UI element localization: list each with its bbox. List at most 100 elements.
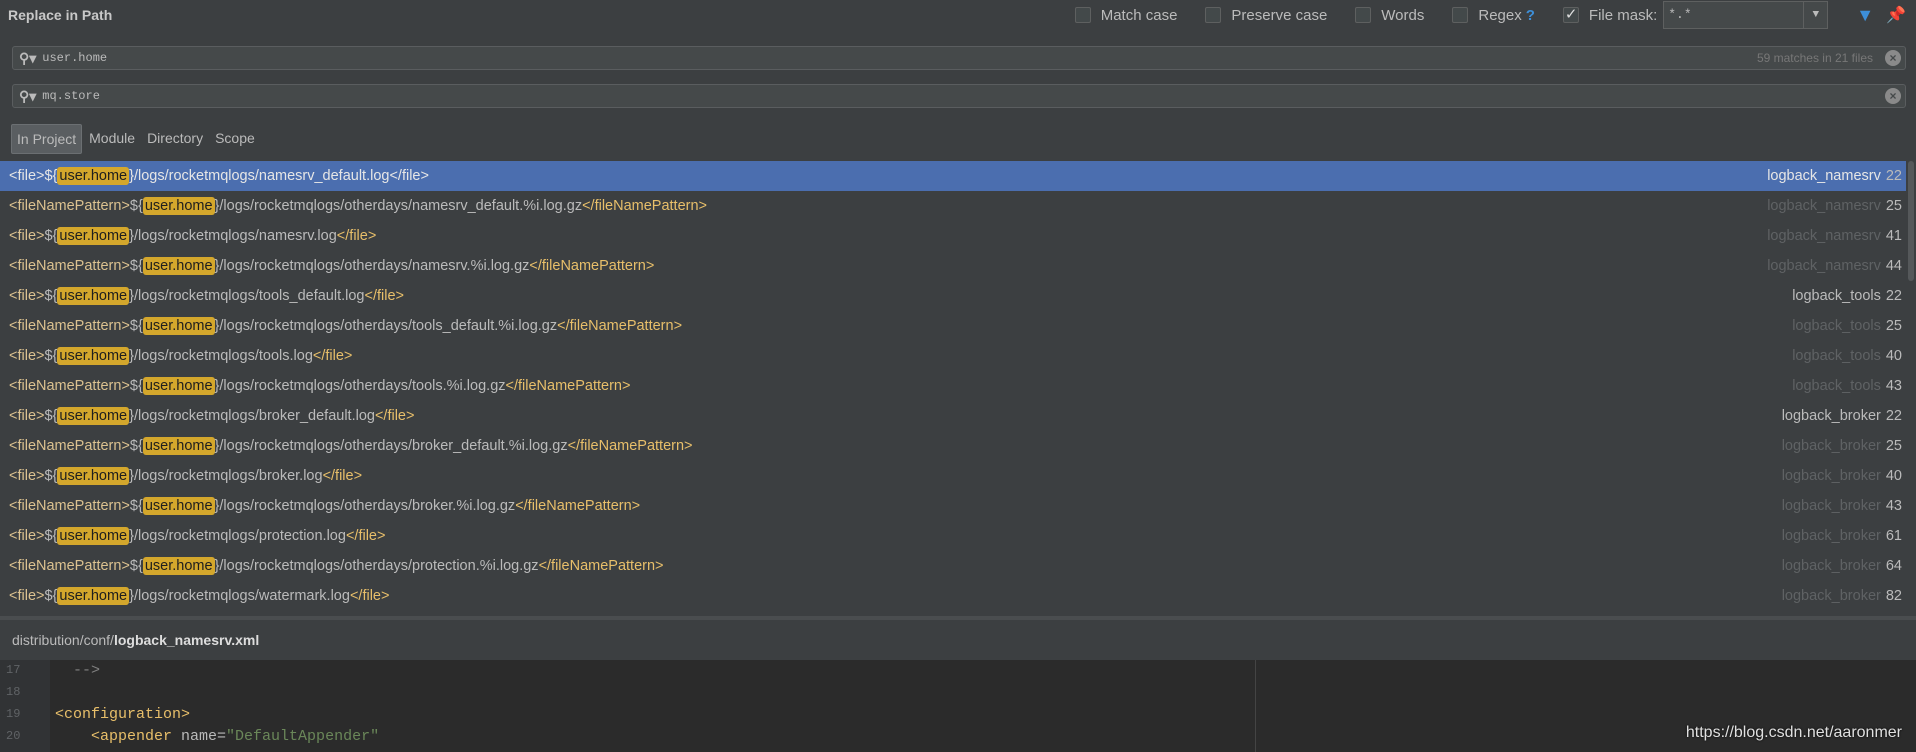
tab-directory[interactable]: Directory: [142, 124, 208, 154]
file-mask-checkbox[interactable]: [1562, 5, 1579, 23]
match-case-option[interactable]: Match case: [1074, 7, 1177, 24]
text-after: }/logs/rocketmqlogs/otherdays/namesrv.%i…: [214, 258, 530, 274]
words-option[interactable]: Words: [1355, 7, 1424, 24]
line-number: 64: [1885, 558, 1902, 574]
preserve-case-option[interactable]: Preserve case: [1205, 7, 1327, 24]
tab-in-project[interactable]: In Project: [11, 124, 83, 154]
tab-scope[interactable]: Scope: [210, 124, 260, 154]
text-before: ${: [44, 168, 58, 184]
filter-icon[interactable]: ▼: [1856, 5, 1874, 26]
regex-option[interactable]: Regex?: [1452, 7, 1535, 24]
match-highlight: user.home: [57, 587, 130, 605]
result-location: logback_broker 25: [1782, 438, 1902, 454]
text-before: ${: [44, 468, 58, 484]
words-checkbox[interactable]: [1355, 7, 1372, 23]
file-mask-value[interactable]: *.*: [1664, 2, 1803, 28]
file-name: logback_broker: [1781, 408, 1881, 424]
open-tag: <file>: [9, 288, 45, 304]
match-highlight: user.home: [142, 197, 215, 215]
match-highlight: user.home: [57, 167, 130, 185]
text-before: ${: [129, 198, 143, 214]
code-token: <appender: [55, 728, 182, 745]
option-label: Regex: [1478, 6, 1522, 24]
file-name: logback_broker: [1781, 468, 1881, 484]
text-after: }/logs/rocketmqlogs/watermark.log: [129, 588, 350, 604]
match-highlight: user.home: [57, 287, 130, 305]
results-scrollbar[interactable]: [1906, 161, 1916, 613]
result-row[interactable]: <fileNamePattern> ${user.home}/logs/rocke…: [0, 311, 1906, 341]
text-before: ${: [129, 438, 143, 454]
code-token: -->: [55, 662, 101, 679]
replace-history-icon[interactable]: ⚲▾: [19, 88, 36, 105]
preserve-case-checkbox[interactable]: [1205, 7, 1222, 23]
line-number: 17: [6, 663, 21, 677]
code-token: <configuration>: [55, 706, 191, 723]
text-after: }/logs/rocketmqlogs/otherdays/tools.%i.l…: [214, 378, 506, 394]
result-row[interactable]: <file> ${user.home}/logs/rocketmqlogs/bro…: [0, 461, 1906, 491]
file-mask-option[interactable]: File mask:: [1562, 5, 1657, 24]
search-input[interactable]: user.home: [42, 51, 1757, 65]
preview-editor[interactable]: 17 --> 18 19 <configuration> 20 <appender na…: [0, 660, 1916, 752]
line-number: 25: [1885, 198, 1902, 214]
file-name: logback_namesrv: [1767, 258, 1881, 274]
close-tag: </file>: [349, 588, 390, 604]
regex-help-link[interactable]: ?: [1526, 7, 1535, 24]
search-options: Match case Preserve case Words Regex? Fi…: [1074, 0, 1916, 30]
result-row[interactable]: <file> ${user.home}/logs/rocketmqlogs/too…: [0, 281, 1906, 311]
regex-checkbox[interactable]: [1452, 7, 1469, 23]
file-name: logback_namesrv: [1767, 198, 1881, 214]
dropdown-arrow-icon[interactable]: ▼: [1803, 2, 1827, 28]
code-text: <configuration>: [55, 706, 190, 723]
open-tag: <fileNamePattern>: [9, 378, 130, 394]
dialog-header: Replace in Path Match case Preserve case…: [0, 0, 1916, 40]
result-row[interactable]: <fileNamePattern> ${user.home}/logs/rocke…: [0, 191, 1906, 221]
result-location: logback_broker 82: [1782, 588, 1902, 604]
open-tag: <file>: [9, 228, 45, 244]
result-row[interactable]: <file> ${user.home}/logs/rocketmqlogs/wat…: [0, 581, 1906, 611]
match-count: 59 matches in 21 files: [1756, 51, 1873, 65]
result-row[interactable]: <file> ${user.home}/logs/rocketmqlogs/too…: [0, 341, 1906, 371]
clear-search-icon[interactable]: ×: [1885, 50, 1901, 66]
match-highlight: user.home: [57, 467, 130, 485]
result-row[interactable]: <fileNamePattern> ${user.home}/logs/rocke…: [0, 491, 1906, 521]
file-name: logback_namesrv: [1767, 228, 1881, 244]
pin-icon[interactable]: 📌: [1886, 5, 1906, 25]
close-tag: </fileNamePattern>: [538, 558, 664, 574]
result-row[interactable]: <file> ${user.home}/logs/rocketmqlogs/nam…: [0, 161, 1906, 191]
replace-input[interactable]: mq.store: [42, 89, 1885, 103]
result-row[interactable]: <file> ${user.home}/logs/rocketmqlogs/bro…: [0, 401, 1906, 431]
editor-line: 18: [0, 682, 1916, 704]
open-tag: <fileNamePattern>: [9, 318, 130, 334]
text-before: ${: [129, 258, 143, 274]
file-name: logback_tools: [1792, 318, 1881, 334]
file-mask-select[interactable]: *.* ▼: [1663, 1, 1829, 29]
close-tag: </fileNamePattern>: [515, 498, 641, 514]
open-tag: <file>: [9, 408, 45, 424]
clear-replace-icon[interactable]: ×: [1885, 88, 1901, 104]
results-list: <file> ${user.home}/logs/rocketmqlogs/nam…: [0, 161, 1906, 613]
close-tag: </file>: [389, 168, 429, 184]
text-before: ${: [129, 498, 143, 514]
replace-field[interactable]: ⚲▾ mq.store ×: [12, 84, 1906, 108]
tab-module[interactable]: Module: [84, 124, 140, 154]
line-number: 22: [1885, 168, 1902, 184]
search-field[interactable]: ⚲▾ user.home 59 matches in 21 files ×: [12, 46, 1906, 70]
result-row[interactable]: <file> ${user.home}/logs/rocketmqlogs/nam…: [0, 221, 1906, 251]
text-after: }/logs/rocketmqlogs/otherdays/tools_defa…: [214, 318, 558, 334]
text-after: }/logs/rocketmqlogs/tools.log: [129, 348, 313, 364]
open-tag: <file>: [9, 468, 45, 484]
result-location: logback_broker 64: [1782, 558, 1902, 574]
match-case-checkbox[interactable]: [1074, 7, 1091, 23]
text-after: }/logs/rocketmqlogs/otherdays/protection…: [214, 558, 539, 574]
result-row[interactable]: <fileNamePattern> ${user.home}/logs/rocke…: [0, 251, 1906, 281]
search-history-icon[interactable]: ⚲▾: [19, 50, 36, 67]
match-highlight: user.home: [57, 527, 130, 545]
result-location: logback_tools 40: [1792, 348, 1902, 364]
result-row[interactable]: <fileNamePattern> ${user.home}/logs/rocke…: [0, 431, 1906, 461]
scrollbar-thumb[interactable]: [1908, 161, 1914, 281]
result-row[interactable]: <fileNamePattern> ${user.home}/logs/rocke…: [0, 371, 1906, 401]
editor-line: 19 <configuration>: [0, 704, 1916, 726]
open-tag: <fileNamePattern>: [9, 258, 130, 274]
result-row[interactable]: <file> ${user.home}/logs/rocketmqlogs/pro…: [0, 521, 1906, 551]
result-row[interactable]: <fileNamePattern> ${user.home}/logs/rocke…: [0, 551, 1906, 581]
